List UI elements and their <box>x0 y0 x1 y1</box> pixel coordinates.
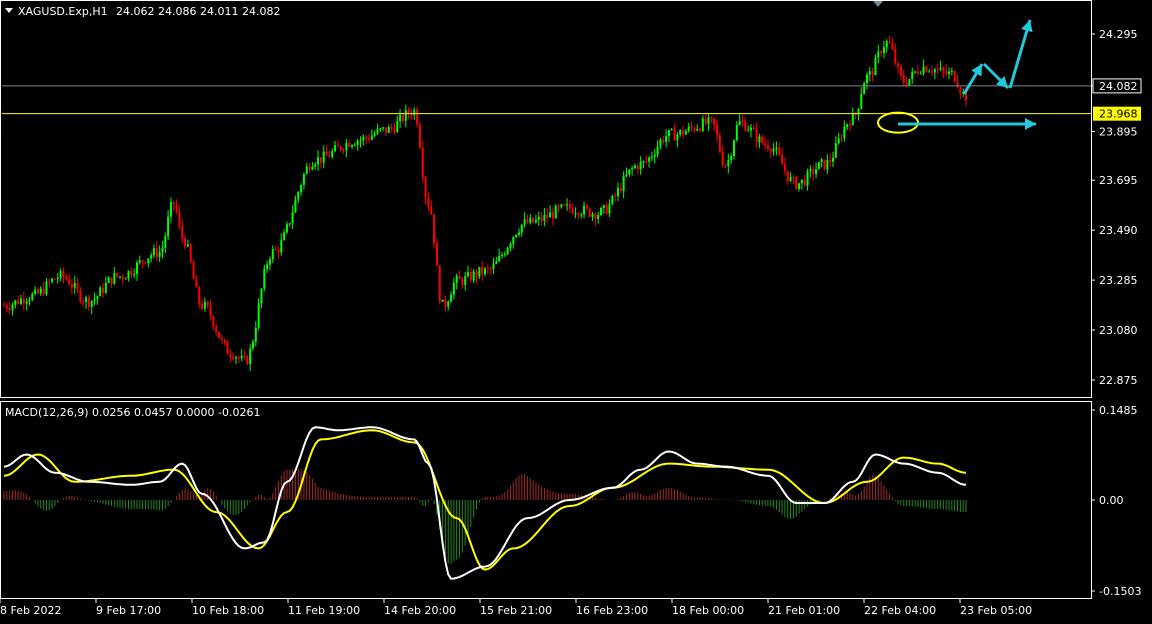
candle <box>817 161 820 170</box>
price-tick-label: 23.695 <box>1099 174 1138 187</box>
candle <box>611 194 614 206</box>
time-tick-label: 8 Feb 2022 <box>0 604 61 617</box>
candle <box>418 120 421 150</box>
macd-label: MACD(12,26,9) 0.0256 0.0457 0.0000 -0.02… <box>5 406 260 419</box>
time-tick-label: 15 Feb 21:00 <box>480 604 552 617</box>
time-tick-label: 14 Feb 20:00 <box>384 604 456 617</box>
symbol-label: XAGUSD.Exp,H1 <box>18 5 108 18</box>
chart-canvas[interactable]: 24.295 24.082 23.895 23.695 23.490 23.285 23.0… <box>0 0 1152 620</box>
time-tick-label: 9 Feb 17:00 <box>96 604 161 617</box>
time-tick-label: 23 Feb 05:00 <box>960 604 1032 617</box>
candle <box>246 354 249 366</box>
candle <box>218 331 221 339</box>
macd-tick-label: 0.1485 <box>1099 404 1138 417</box>
macd-tick-label: -0.1503 <box>1099 585 1141 598</box>
candle <box>506 246 509 256</box>
candle <box>189 243 192 264</box>
current-price-label: 24.082 <box>1099 80 1138 93</box>
time-tick-label: 11 Feb 19:00 <box>288 604 360 617</box>
macd-tick-label: 0.00 <box>1099 494 1124 507</box>
candle <box>588 207 591 218</box>
candle <box>532 217 535 224</box>
price-tick-label: 23.285 <box>1099 274 1138 287</box>
candle <box>554 204 557 219</box>
candle <box>438 264 441 304</box>
price-tick-label: 24.295 <box>1099 28 1138 41</box>
price-tick-label: 23.490 <box>1099 224 1138 237</box>
time-tick-label: 16 Feb 23:00 <box>576 604 648 617</box>
trading-chart[interactable]: 24.295 24.082 23.895 23.695 23.490 23.285 23.0… <box>0 0 1152 620</box>
candle <box>795 175 798 191</box>
candle <box>441 299 444 302</box>
candle <box>953 70 956 83</box>
time-tick-label: 22 Feb 04:00 <box>864 604 936 617</box>
ohlc-label: 24.062 24.086 24.011 24.082 <box>116 5 280 18</box>
candle <box>192 259 195 279</box>
candle <box>863 81 866 95</box>
time-tick-label: 21 Feb 01:00 <box>768 604 840 617</box>
time-tick-label: 10 Feb 18:00 <box>192 604 264 617</box>
candle <box>823 159 826 171</box>
price-tick-label: 22.875 <box>1099 374 1138 387</box>
price-tick-label: 23.895 <box>1099 125 1138 138</box>
price-tick-label: 23.080 <box>1099 324 1138 337</box>
time-tick-label: 18 Feb 00:00 <box>672 604 744 617</box>
support-price-label: 23.968 <box>1099 108 1138 121</box>
